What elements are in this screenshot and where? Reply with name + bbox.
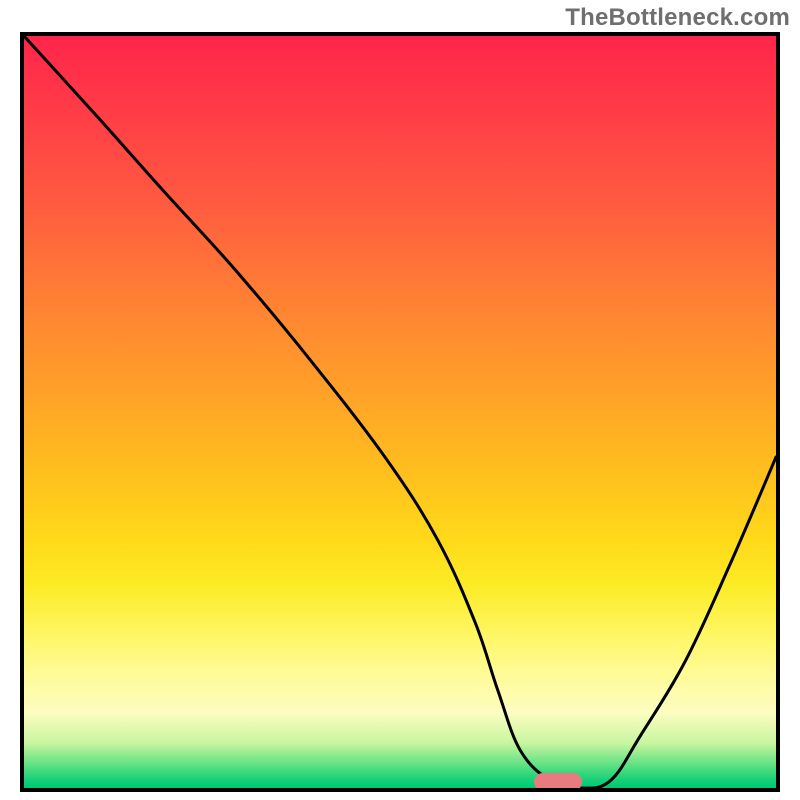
chart-plot-area (24, 36, 776, 788)
optimal-point-marker (534, 773, 582, 788)
chart-frame (20, 32, 780, 792)
watermark-text: TheBottleneck.com (565, 4, 790, 32)
chart-curve-svg (24, 36, 776, 788)
bottleneck-curve (24, 36, 776, 788)
